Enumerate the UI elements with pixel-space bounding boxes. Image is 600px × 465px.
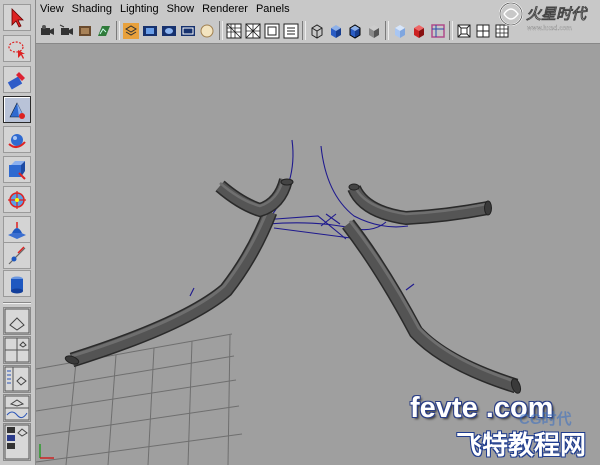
graph-pane-icon	[4, 395, 30, 421]
shaded-cube-icon	[331, 24, 341, 38]
gate-mask-button[interactable]	[179, 21, 197, 40]
last-used-tool-icon	[11, 276, 23, 293]
show-manipulator-button[interactable]	[3, 242, 31, 269]
hud-toggle-button[interactable]	[474, 21, 492, 40]
wireframe-shading-button[interactable]	[308, 21, 326, 40]
wireframe-icon	[245, 23, 261, 38]
safe-action-icon	[264, 23, 280, 38]
menu-lighting[interactable]: Lighting	[116, 0, 163, 18]
paint-select-tool-icon	[7, 71, 25, 89]
wire-shaded-cube-icon	[349, 23, 361, 39]
image-plane-icon	[98, 25, 110, 36]
four-pane-icon	[4, 337, 30, 363]
layout-single-perspective-button[interactable]	[3, 307, 31, 335]
rotate-tool-button[interactable]	[3, 126, 31, 153]
ground-grid	[36, 333, 243, 465]
select-tool-button[interactable]	[3, 4, 31, 31]
layout-hypershade-button[interactable]	[3, 423, 31, 461]
select-camera-button[interactable]	[38, 21, 56, 40]
lasso-tool-button[interactable]	[3, 35, 31, 62]
panel-toolbar: 火星时代 www.hxsd.com	[36, 2, 600, 44]
last-used-tool-button[interactable]	[3, 270, 31, 297]
safe-action-button[interactable]	[263, 21, 281, 40]
film-gate-icon	[143, 25, 157, 36]
toolbar-separator	[449, 21, 453, 40]
xray-icon	[431, 23, 445, 38]
light-cube-icon	[395, 24, 405, 38]
toolbar-separator	[116, 21, 120, 40]
toolbar-separator	[219, 21, 223, 40]
layout-persp-graph-button[interactable]	[3, 394, 31, 422]
image-plane-button[interactable]	[95, 21, 113, 40]
menu-show[interactable]: Show	[163, 0, 199, 18]
toolbox-separator	[3, 302, 31, 304]
smooth-shading-button[interactable]	[327, 21, 345, 40]
toolbar-separator	[302, 21, 306, 40]
move-tool-button[interactable]	[3, 96, 31, 123]
scale-tool-button[interactable]	[3, 156, 31, 183]
field-chart-icon	[200, 24, 214, 37]
resolution-gate-icon	[162, 25, 176, 36]
wireframe-on-shaded-button[interactable]	[346, 21, 364, 40]
field-chart-button[interactable]	[198, 21, 216, 40]
tube-meshes	[64, 178, 522, 394]
menu-view[interactable]: View	[38, 0, 68, 18]
xray-button[interactable]	[429, 21, 447, 40]
camera-attributes-icon	[59, 24, 73, 35]
film-gate-button[interactable]	[141, 21, 159, 40]
paint-select-tool-button[interactable]	[3, 66, 31, 93]
universal-manipulator-icon	[8, 190, 26, 209]
isolate-select-button[interactable]	[122, 21, 140, 40]
layers-icon	[123, 22, 139, 39]
watermark-top-text: 火星时代	[526, 5, 588, 23]
scale-tool-icon	[9, 160, 26, 180]
wireframe-button[interactable]	[244, 21, 262, 40]
toolbox	[0, 0, 36, 465]
hypershade-pane-icon	[4, 424, 30, 460]
single-pane-icon	[4, 308, 30, 334]
gate-mask-icon	[181, 25, 195, 36]
safe-title-icon	[283, 23, 299, 38]
show-manipulator-icon	[8, 245, 26, 264]
menu-renderer[interactable]: Renderer	[198, 0, 252, 18]
universal-manipulator-button[interactable]	[3, 186, 31, 213]
move-tool-icon	[9, 101, 25, 119]
safe-title-button[interactable]	[282, 21, 300, 40]
isolate-view-button[interactable]	[455, 21, 473, 40]
lasso-tool-icon	[8, 40, 25, 59]
bookmark-icon	[79, 25, 91, 36]
soft-mod-tool-icon	[8, 221, 26, 239]
watermark-logo-top: 火星时代 www.hxsd.com	[499, 2, 588, 32]
grid-toggle-icon	[476, 24, 490, 37]
maya-window: View Shading Lighting Show Renderer Pane…	[0, 0, 600, 465]
wire-cube-icon	[311, 23, 323, 39]
use-all-lights-button[interactable]	[410, 21, 428, 40]
camera-icon	[41, 24, 54, 35]
grid-button[interactable]	[225, 21, 243, 40]
select-tool-icon	[11, 7, 24, 28]
camera-attributes-button[interactable]	[57, 21, 75, 40]
toolbar-separator	[385, 21, 389, 40]
rotate-tool-icon	[8, 133, 26, 148]
origin-axis	[39, 444, 54, 459]
layout-four-view-button[interactable]	[3, 336, 31, 364]
menu-shading[interactable]: Shading	[68, 0, 116, 18]
resolution-gate-button[interactable]	[160, 21, 178, 40]
red-cube-icon	[414, 24, 424, 38]
textured-button[interactable]	[365, 21, 383, 40]
watermark-brand-cn: 飞特教程网	[456, 430, 587, 460]
layout-persp-outliner-button[interactable]	[3, 365, 31, 393]
isolate-icon	[457, 24, 471, 37]
textured-cube-icon	[369, 24, 379, 38]
use-default-lights-button[interactable]	[391, 21, 409, 40]
grid-icon	[226, 23, 242, 38]
soft-mod-tool-button[interactable]	[3, 216, 31, 243]
watermark-top-url: www.hxsd.com	[527, 25, 572, 32]
menu-panels[interactable]: Panels	[252, 0, 294, 18]
bookmarks-button[interactable]	[76, 21, 94, 40]
outliner-pane-icon	[4, 366, 30, 392]
